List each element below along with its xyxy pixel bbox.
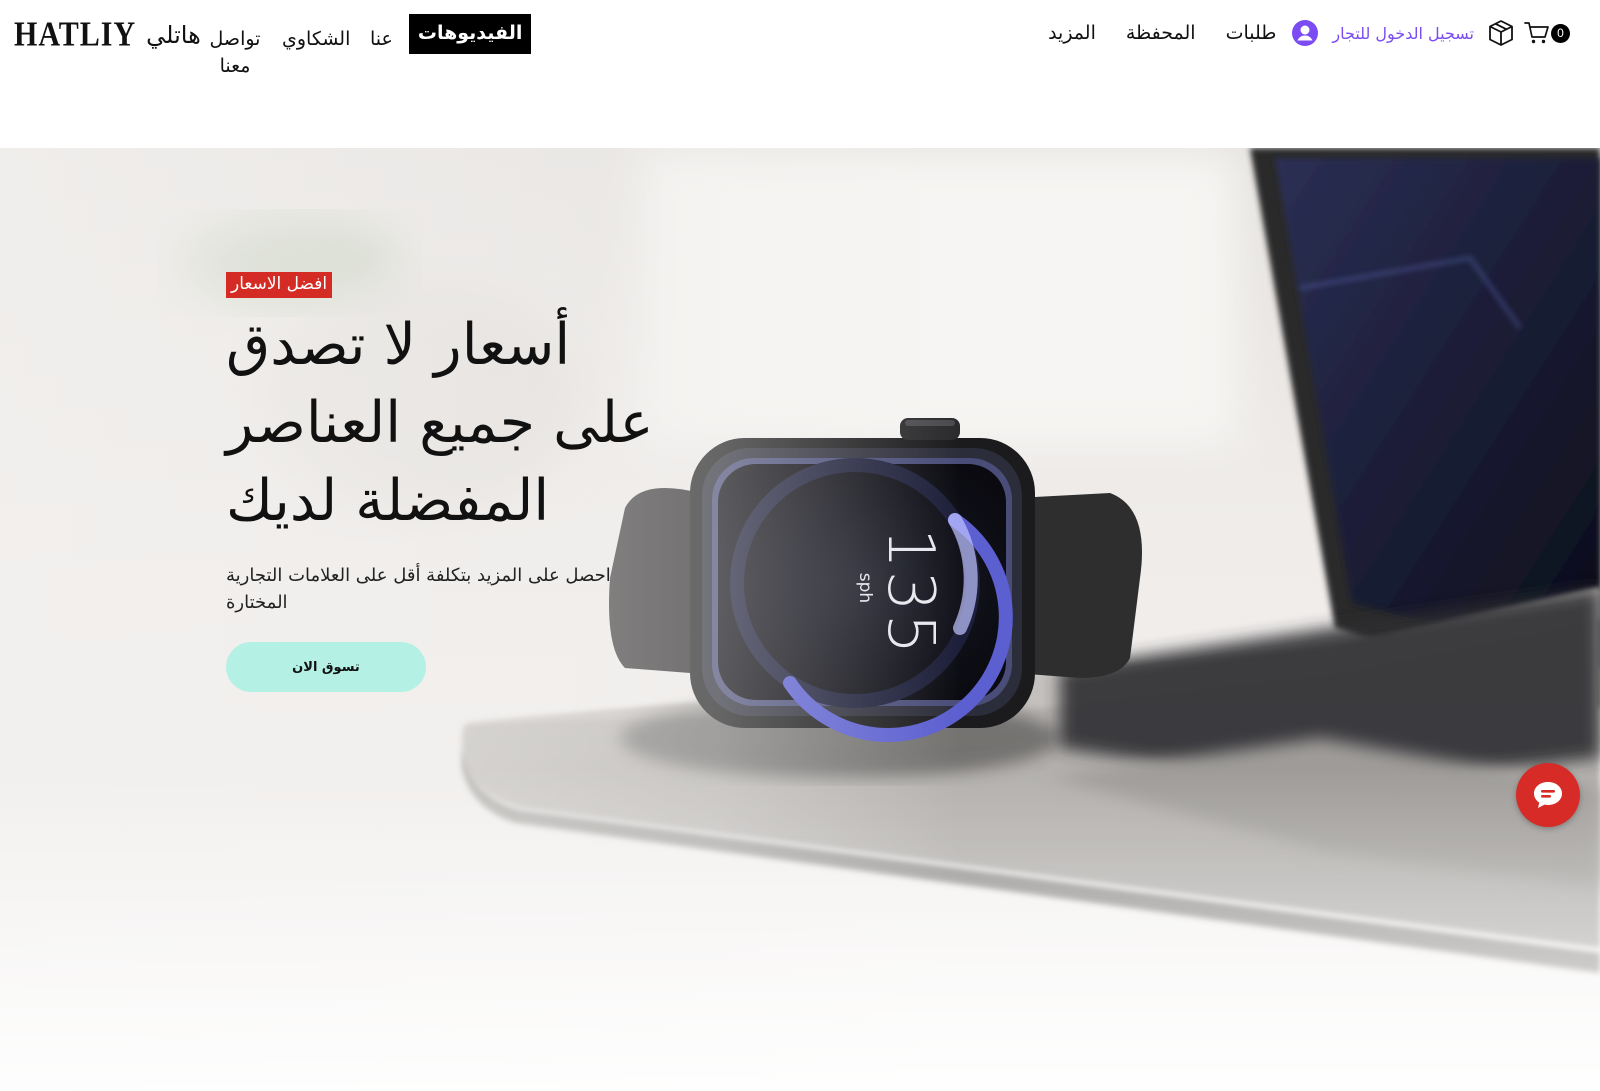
merchant-login-label: تسجيل الدخول للتجار	[1332, 23, 1474, 43]
account-nav: المزيد المحفظة طلبات تسجيل الدخول للتجار…	[1048, 18, 1570, 48]
cart-count-badge: 0	[1551, 23, 1570, 43]
site-header: HATLIY هاتلي تواصل معنا الشكاوي عنا الفي…	[0, 0, 1600, 148]
logo-arabic-text: هاتلي	[146, 21, 201, 49]
nav-wallet[interactable]: المحفظة	[1126, 20, 1196, 47]
hero-subtext-line-1: احصل على المزيد بتكلفة أقل على العلامات …	[226, 565, 611, 586]
merchant-login-link[interactable]: تسجيل الدخول للتجار	[1292, 20, 1474, 46]
nav-orders[interactable]: طلبات	[1226, 20, 1277, 47]
hero-subtext-line-2: المختارة	[226, 592, 288, 613]
nav-complaints[interactable]: الشكاوي	[282, 26, 350, 53]
hero-headline-line-1: أسعار لا تصدق	[226, 312, 571, 378]
watch-readout: 135 sph	[835, 528, 947, 657]
watch-unit: sph	[855, 572, 875, 604]
chat-button[interactable]	[1516, 763, 1580, 827]
shopping-cart-icon	[1524, 22, 1549, 44]
nav-more[interactable]: المزيد	[1048, 20, 1096, 47]
hero-subtext: احصل على المزيد بتكلفة أقل على العلامات …	[226, 562, 646, 616]
hero-banner: 135 sph افضل الاسعار أسعار لا تصدق على ج…	[0, 148, 1600, 1091]
nav-about-us[interactable]: عنا	[370, 26, 393, 53]
site-logo[interactable]: HATLIY هاتلي	[14, 15, 201, 54]
main-nav: تواصل معنا الشكاوي عنا الفيديوهات	[200, 14, 532, 80]
cart-button[interactable]: 0	[1524, 21, 1570, 45]
best-prices-badge: افضل الاسعار	[226, 272, 333, 298]
hero-headline-line-3: المفضلة لديك	[226, 468, 550, 534]
chat-bubble-icon	[1534, 782, 1562, 808]
package-box-icon[interactable]	[1486, 18, 1516, 48]
hero-headline-line-2: على جميع العناصر	[226, 390, 654, 456]
shop-now-button[interactable]: تسوق الان	[226, 642, 426, 692]
watch-value: 135	[873, 528, 947, 657]
nav-videos[interactable]: الفيديوهات	[408, 14, 532, 54]
hero-headline: أسعار لا تصدق على جميع العناصر المفضلة ل…	[226, 306, 696, 540]
user-avatar-icon	[1292, 20, 1319, 46]
nav-contact-us[interactable]: تواصل معنا	[200, 26, 270, 80]
logo-latin-text: HATLIY	[14, 15, 137, 54]
